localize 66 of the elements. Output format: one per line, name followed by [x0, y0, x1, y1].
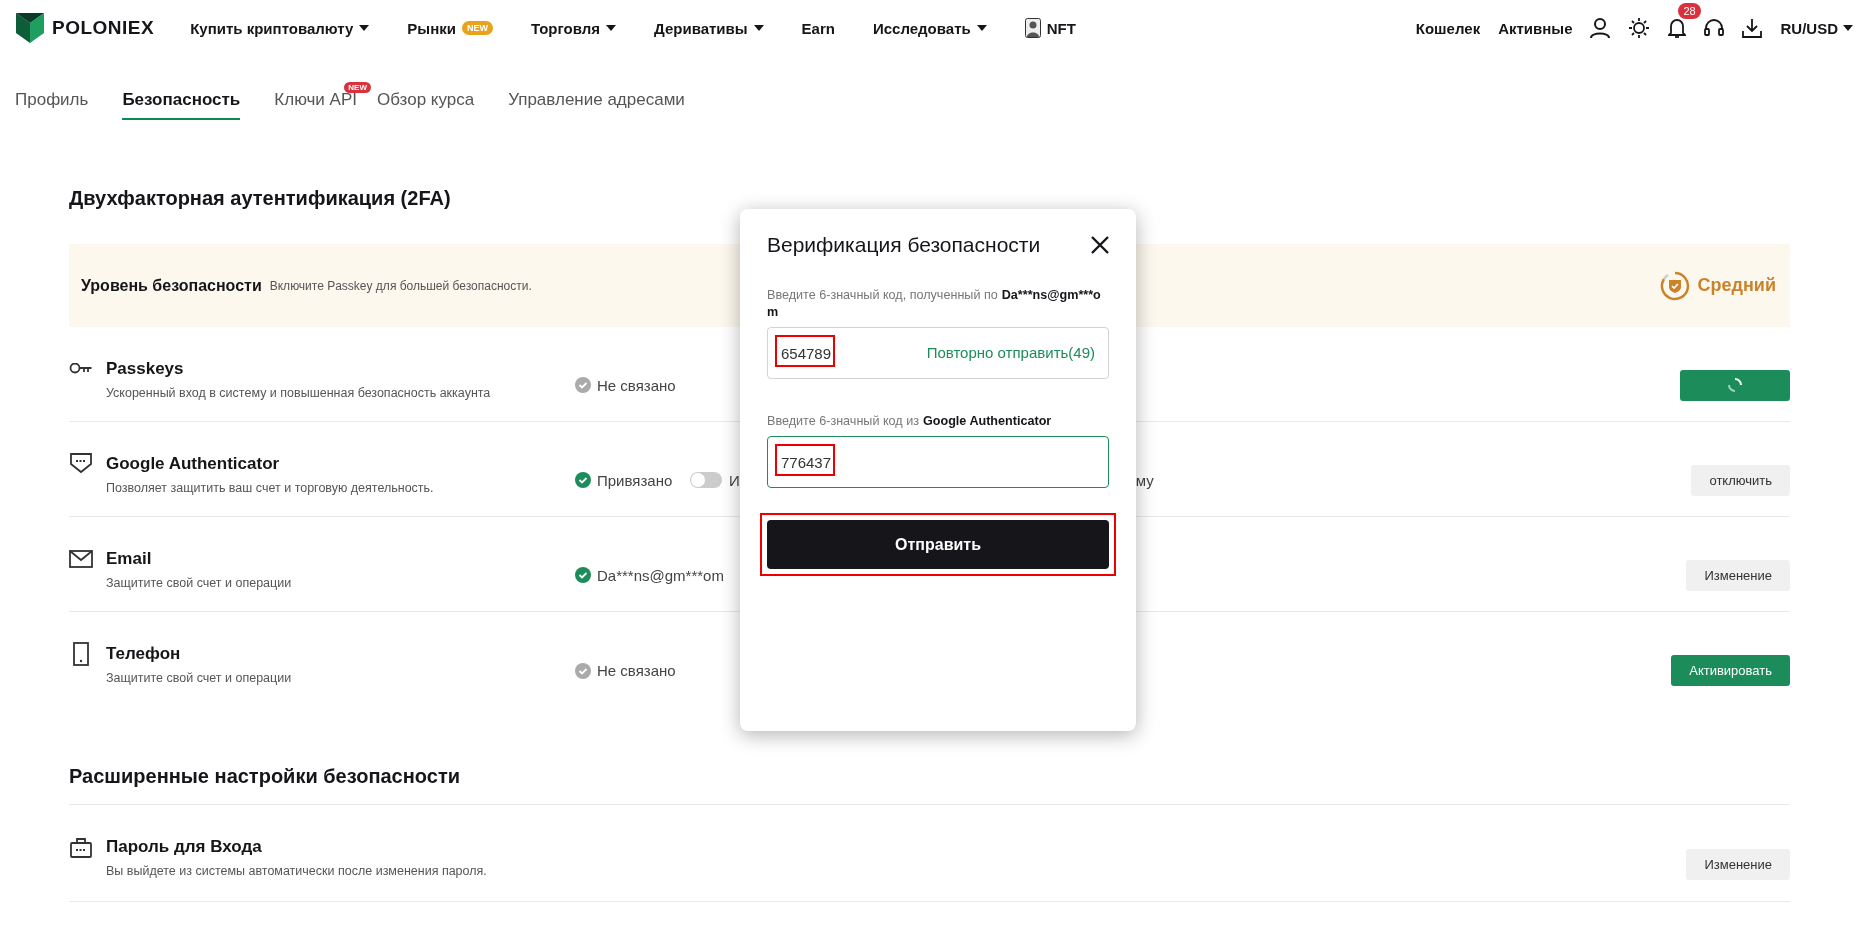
nav-link[interactable]: Кошелек — [1415, 19, 1481, 37]
logo-text[interactable]: POLONIEX — [52, 17, 155, 39]
submit-button[interactable]: Отправить — [767, 520, 1109, 569]
shield-icon — [69, 452, 93, 476]
toggle-switch[interactable] — [690, 472, 722, 488]
code-field[interactable]: 776437 — [767, 436, 1109, 488]
status-text: Не связано — [597, 376, 677, 394]
loading-button[interactable] — [1680, 369, 1790, 401]
notification-count: 28 — [1678, 3, 1701, 19]
download-icon[interactable] — [1742, 18, 1763, 38]
bell-icon[interactable] — [1668, 17, 1687, 39]
row-title: Passkeys — [106, 358, 185, 380]
banner-label: Уровень безопасности — [81, 276, 262, 295]
action-button[interactable]: Изменение — [1686, 848, 1790, 880]
action-button[interactable]: Активировать — [1671, 655, 1790, 686]
row-title: Телефон — [106, 643, 182, 665]
toggle-label: му — [1135, 471, 1154, 489]
logo-icon — [16, 13, 44, 43]
banner-hint: Включите Passkey для большей безопасности. — [269, 278, 532, 293]
tab[interactable]: Безопасность — [122, 82, 241, 120]
new-badge: NEW — [344, 82, 371, 93]
sun-icon[interactable] — [1628, 17, 1651, 39]
nav-menu-item[interactable]: Исследовать — [872, 19, 987, 37]
nav-menu-item[interactable]: Рынки NEW — [407, 19, 493, 37]
shield-badge-icon — [1659, 270, 1690, 301]
field-label: Введите 6-значный код из Google Authenticator — [767, 413, 1053, 430]
status-text: Привязано — [597, 471, 674, 489]
row-title: Google Authenticator — [106, 453, 281, 475]
close-icon[interactable] — [1091, 236, 1109, 254]
spinner-icon — [1727, 377, 1743, 393]
headset-icon[interactable] — [1704, 18, 1725, 38]
section-title: Расширенные настройки безопасности — [69, 764, 461, 789]
avatar-icon — [1024, 18, 1041, 38]
caret-icon — [1843, 25, 1853, 31]
nav-link[interactable]: Активные — [1498, 19, 1573, 37]
modal-title: Верификация безопасности — [767, 233, 1041, 257]
field-label: Введите 6-значный код, полученный по Da***ns@gm***om — [767, 287, 1102, 321]
tab[interactable]: Управление адресами — [508, 82, 685, 120]
section-title: Двухфакторная аутентификация (2FA) — [69, 186, 452, 211]
envelope-icon — [69, 547, 93, 571]
lock-icon — [69, 835, 93, 859]
status-text: Da***ns@gm***om — [597, 566, 724, 584]
nav-menu-item[interactable]: Купить криптовалюту — [190, 19, 370, 37]
toggle-label: И — [729, 471, 740, 489]
user-icon[interactable] — [1590, 17, 1611, 39]
action-button[interactable]: Изменение — [1686, 559, 1790, 591]
locale-selector[interactable]: RU/USD — [1780, 19, 1853, 37]
nav-menu-item[interactable]: Торговля — [530, 19, 617, 37]
resend-link[interactable]: Повторно отправить(49) — [926, 344, 1095, 361]
security-level-text: Средний — [1697, 275, 1776, 296]
tab[interactable]: Профиль — [15, 82, 89, 120]
nav-menu-item[interactable]: Earn — [801, 19, 835, 37]
row-description: Вы выйдете из системы автоматически после изменения пароля. — [106, 864, 488, 878]
nav-menu-item[interactable]: NFT — [1024, 18, 1076, 38]
status-text: Не связано — [597, 662, 677, 679]
row-description: Позволяет защитить ваш счет и торговую деятельность. — [106, 481, 435, 495]
key-icon — [69, 363, 93, 375]
new-badge: NEW — [461, 21, 493, 35]
row-description: Ускоренный вход в систему и повышенная безопасность аккаунта — [106, 386, 492, 400]
tab[interactable]: Обзор курса — [377, 82, 475, 120]
action-button[interactable]: отключить — [1691, 464, 1790, 496]
nav-menu-item[interactable]: Деривативы — [654, 19, 764, 37]
row-title: Пароль для Входа — [106, 836, 263, 858]
row-title: Email — [106, 548, 153, 570]
row-description: Защитите свой счет и операции — [106, 671, 293, 685]
row-description: Защитите свой счет и операции — [106, 576, 293, 590]
